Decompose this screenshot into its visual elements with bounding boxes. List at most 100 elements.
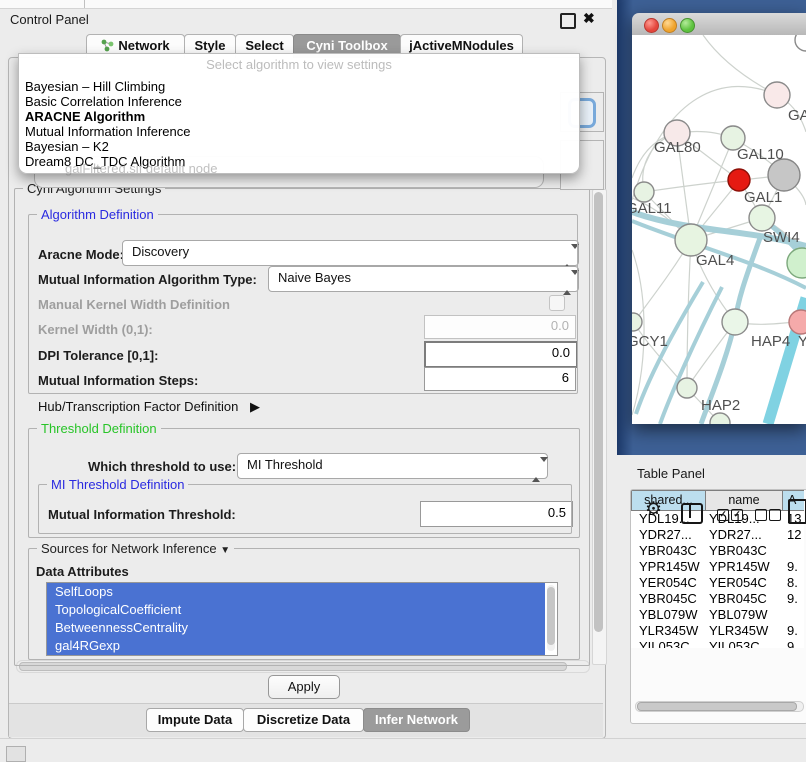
- network-node[interactable]: [749, 205, 775, 231]
- scrollbar-thumb[interactable]: [594, 192, 603, 632]
- dock-strip: [0, 0, 612, 9]
- table-row[interactable]: YIL053CYIL053C9: [631, 639, 804, 648]
- table-cell: YER054C: [705, 575, 782, 591]
- network-node[interactable]: [632, 313, 642, 331]
- table-cell: YDR27...: [705, 527, 782, 543]
- network-node[interactable]: [764, 82, 790, 108]
- dock-strip-divider: [84, 0, 85, 8]
- export-table-icon[interactable]: [788, 499, 806, 524]
- node-label: HAP4: [751, 333, 790, 350]
- table-cell: YPR145W: [631, 559, 705, 575]
- table-cell: 9.: [782, 559, 804, 575]
- columns-icon-divider: [689, 505, 691, 518]
- table-horizontal-scrollbar[interactable]: [635, 701, 804, 712]
- close-icon[interactable]: ✖: [583, 10, 595, 27]
- select-all-checkbox-icon[interactable]: ✓: [731, 509, 743, 521]
- network-canvas[interactable]: GALGAL80GAL10GAL1GAL11SWI4GAL4GCY1HAP4YH…: [632, 35, 806, 424]
- sources-legend-text: Sources for Network Inference: [41, 541, 217, 556]
- node-label: GAL4: [696, 252, 734, 269]
- network-window[interactable]: GALGAL80GAL10GAL1GAL11SWI4GAL4GCY1HAP4YH…: [632, 13, 806, 424]
- tab-infer-network[interactable]: Infer Network: [363, 708, 470, 732]
- table-row[interactable]: YBR043CYBR043C: [631, 543, 804, 559]
- node-label: GCY1: [632, 333, 668, 350]
- table-cell: YBR045C: [631, 591, 705, 607]
- table-cell: YPR145W: [705, 559, 782, 575]
- table-panel-title: Table Panel: [637, 466, 705, 481]
- tab-label: Select: [245, 38, 283, 53]
- table-row[interactable]: YLR345WYLR345W9.: [631, 623, 804, 639]
- algorithm-option[interactable]: Basic Correlation Inference: [19, 94, 579, 109]
- tab-label: Infer Network: [375, 712, 458, 727]
- node-label: GAL1: [744, 189, 782, 206]
- table-cell: YIL053C: [631, 639, 705, 648]
- table-panel: ⚙ ✓ ✓ shared...nameA YDL19...YDL19...13Y…: [630, 489, 806, 724]
- minimize-traffic-light-icon[interactable]: [662, 18, 677, 33]
- dropdown-hint: Select algorithm to view settings: [19, 57, 579, 72]
- select-all-checkbox-icon[interactable]: ✓: [717, 509, 729, 521]
- node-label: HAP2: [701, 397, 740, 414]
- tab-discretize-data[interactable]: Discretize Data: [243, 708, 364, 732]
- table-cell: YER054C: [631, 575, 705, 591]
- algorithm-option[interactable]: ARACNE Algorithm: [19, 109, 579, 124]
- settings-vertical-scrollbar[interactable]: [592, 189, 607, 665]
- table-cell: 12: [782, 527, 804, 543]
- columns-icon[interactable]: [681, 503, 703, 524]
- algorithm-definition-group: Algorithm Definition: [28, 214, 578, 394]
- ghost-combo-text: galFiltered.sif default node: [65, 161, 217, 176]
- table-cell: 9.: [782, 623, 804, 639]
- deselect-all-checkbox-icon[interactable]: [755, 509, 767, 521]
- algorithm-list: Bayesian – Hill ClimbingBasic Correlatio…: [19, 79, 579, 169]
- network-node[interactable]: [728, 169, 750, 191]
- node-label: GAL80: [654, 139, 701, 156]
- column-header[interactable]: name: [705, 490, 782, 511]
- table-cell: YBR043C: [705, 543, 782, 559]
- node-label: GAL10: [737, 146, 784, 163]
- collapse-arrow-icon[interactable]: ▼: [220, 545, 230, 556]
- apply-button[interactable]: Apply: [268, 675, 340, 699]
- gear-icon[interactable]: ⚙: [645, 498, 662, 521]
- deselect-all-checkbox-icon[interactable]: [769, 509, 781, 521]
- table-cell: YIL053C: [705, 639, 782, 648]
- tab-label: Impute Data: [158, 712, 232, 727]
- algorithm-option[interactable]: Mutual Information Inference: [19, 124, 579, 139]
- table-row[interactable]: YDR27...YDR27...12: [631, 527, 804, 543]
- desktop-shadow-edge: [617, 0, 633, 455]
- tab-impute-data[interactable]: Impute Data: [146, 708, 244, 732]
- table-cell: YLR345W: [705, 623, 782, 639]
- network-window-titlebar[interactable]: [632, 13, 806, 36]
- minimized-panel-icon[interactable]: [6, 746, 26, 762]
- float-window-icon[interactable]: [560, 13, 576, 29]
- algorithm-dropdown-popup: Select algorithm to view settings Bayesi…: [18, 53, 580, 174]
- algorithm-option[interactable]: Bayesian – K2: [19, 139, 579, 154]
- table-cell: [782, 543, 804, 559]
- zoom-traffic-light-icon[interactable]: [680, 18, 695, 33]
- network-node[interactable]: [795, 35, 806, 51]
- network-tab-icon: [101, 39, 114, 52]
- group-legend: MI Threshold Definition: [47, 477, 188, 492]
- table-body: YDL19...YDL19...13YDR27...YDR27...12YBR0…: [631, 511, 804, 648]
- network-node[interactable]: [634, 182, 654, 202]
- tab-label: Style: [194, 38, 225, 53]
- network-node[interactable]: [677, 378, 697, 398]
- panel-title: Control Panel: [10, 12, 89, 27]
- table-cell: [782, 607, 804, 623]
- scrollbar-thumb[interactable]: [637, 702, 797, 711]
- network-node[interactable]: [722, 309, 748, 335]
- network-node[interactable]: [768, 159, 800, 191]
- table-row[interactable]: YER054CYER054C8.: [631, 575, 804, 591]
- network-node[interactable]: [787, 248, 806, 278]
- group-legend: Threshold Definition: [37, 421, 161, 436]
- table-cell: 9.: [782, 591, 804, 607]
- node-label: GAL11: [632, 200, 672, 217]
- table-cell: YBR043C: [631, 543, 705, 559]
- table-row[interactable]: YBR045CYBR045C9.: [631, 591, 804, 607]
- close-traffic-light-icon[interactable]: [644, 18, 659, 33]
- table-row[interactable]: YPR145WYPR145W9.: [631, 559, 804, 575]
- node-label: Y: [798, 333, 806, 350]
- algorithm-option[interactable]: Bayesian – Hill Climbing: [19, 79, 579, 94]
- table-cell: 8.: [782, 575, 804, 591]
- table-row[interactable]: YBL079WYBL079W: [631, 607, 804, 623]
- table-cell: YBL079W: [631, 607, 705, 623]
- control-panel: Control Panel ✖ Network Style Select Cyn…: [0, 0, 612, 738]
- network-node[interactable]: [789, 310, 806, 334]
